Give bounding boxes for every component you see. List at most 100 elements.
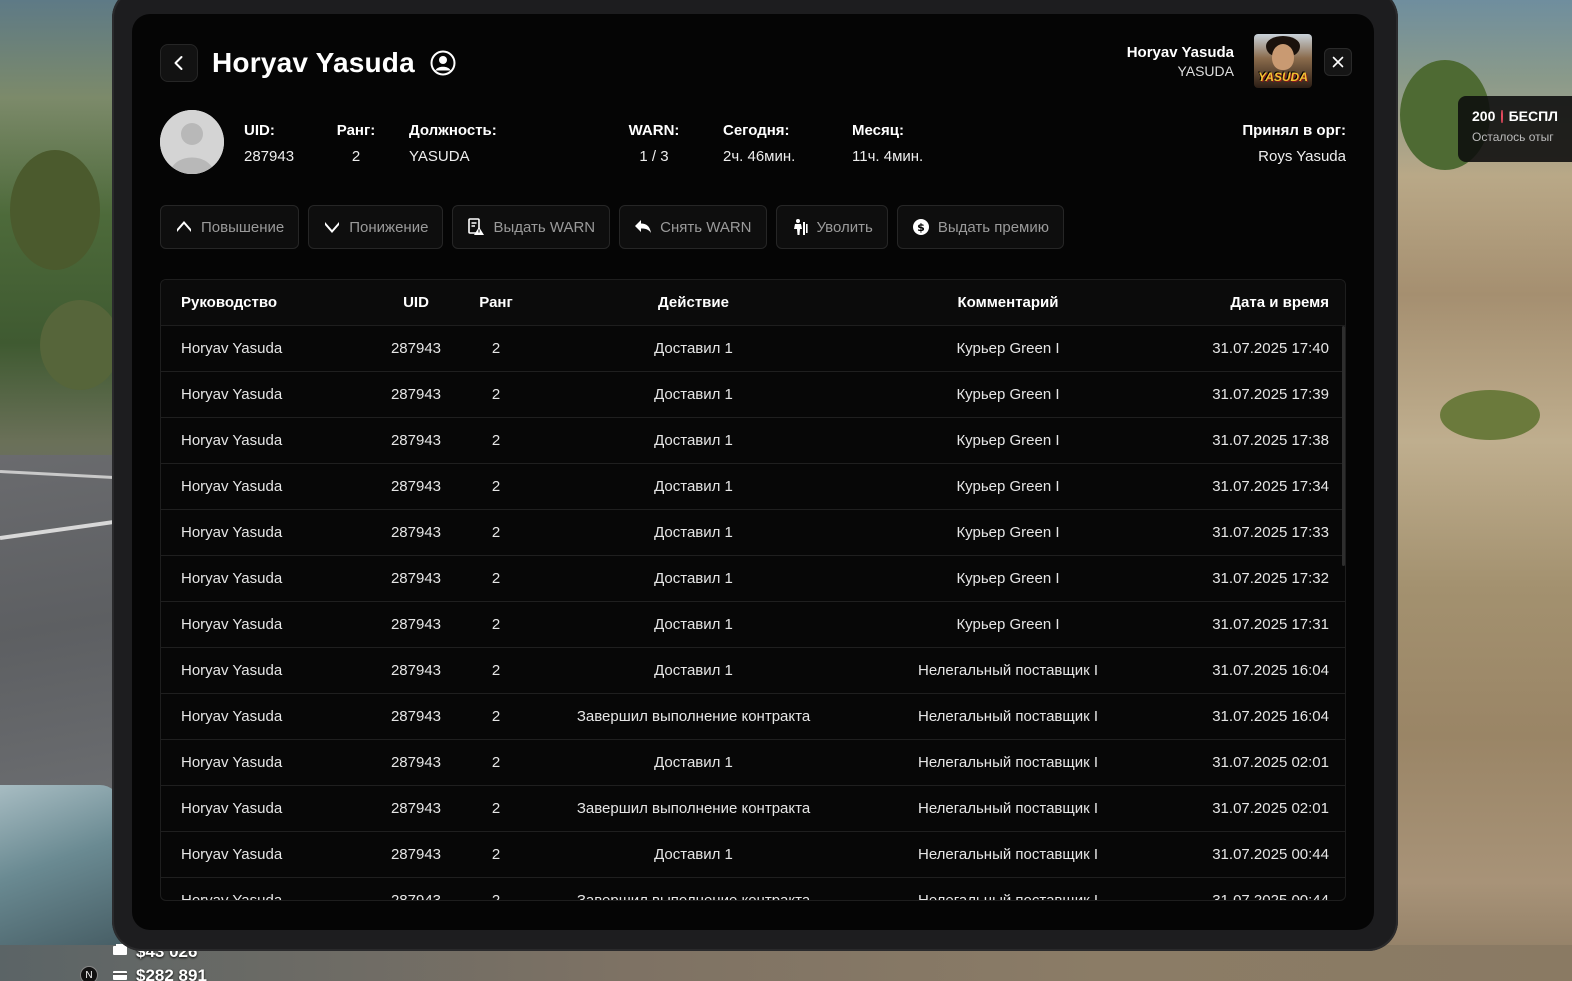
user-profile-icon[interactable] bbox=[429, 49, 457, 77]
current-user-name: Horyav Yasuda bbox=[1126, 44, 1234, 61]
cell-uid: 287943 bbox=[390, 754, 442, 771]
warn-value: 1 / 3 bbox=[639, 148, 669, 165]
info-accepted-by: Принял в орг: Roys Yasuda bbox=[1242, 122, 1346, 165]
cell-action: Завершил выполнение контракта bbox=[576, 708, 811, 725]
today-value: 2ч. 46мин. bbox=[723, 148, 796, 165]
promote-label: Повышение bbox=[201, 218, 285, 236]
close-button[interactable] bbox=[1324, 48, 1352, 76]
cell-action: Доставил 1 bbox=[654, 478, 733, 495]
table-row: Horyav Yasuda 287943 2 Завершил выполнен… bbox=[161, 878, 1345, 901]
background-shrub bbox=[1440, 390, 1540, 440]
cell-manager: Horyav Yasuda bbox=[181, 570, 283, 587]
cell-manager: Horyav Yasuda bbox=[181, 340, 283, 357]
chevron-left-icon bbox=[174, 56, 183, 70]
action-toolbar: Повышение Понижение Выдать WARN Снять WA… bbox=[160, 205, 1064, 249]
member-detail-panel: Horyav Yasuda Horyav Yasuda YASUDA YASUD… bbox=[132, 14, 1374, 930]
table-scrollbar[interactable] bbox=[1342, 326, 1345, 566]
column-header-rank[interactable]: Ранг bbox=[471, 294, 521, 311]
give-bonus-label: Выдать премию bbox=[937, 218, 1049, 236]
column-header-datetime[interactable]: Дата и время bbox=[1150, 294, 1345, 311]
cell-manager: Horyav Yasuda bbox=[181, 708, 283, 725]
uid-value: 287943 bbox=[244, 148, 295, 165]
back-button[interactable] bbox=[160, 44, 198, 82]
cell-datetime: 31.07.2025 17:34 bbox=[1212, 478, 1329, 495]
chevron-up-icon bbox=[177, 221, 191, 232]
table-body[interactable]: Horyav Yasuda 287943 2 Доставил 1 Курьер… bbox=[161, 326, 1345, 901]
today-label: Сегодня: bbox=[723, 122, 790, 139]
column-header-comment[interactable]: Комментарий bbox=[866, 294, 1150, 311]
cell-action: Завершил выполнение контракта bbox=[576, 800, 811, 817]
info-warn: WARN: 1 / 3 bbox=[624, 122, 684, 165]
cell-uid: 287943 bbox=[390, 892, 442, 901]
info-uid: UID: 287943 bbox=[244, 122, 294, 165]
table-row: Horyav Yasuda 287943 2 Доставил 1 Курьер… bbox=[161, 464, 1345, 510]
column-header-action[interactable]: Действие bbox=[521, 294, 866, 311]
accepted-label: Принял в орг: bbox=[1242, 122, 1346, 139]
cell-manager: Horyav Yasuda bbox=[181, 386, 283, 403]
cell-uid: 287943 bbox=[390, 616, 442, 633]
promote-button[interactable]: Повышение bbox=[160, 205, 300, 249]
cell-action: Доставил 1 bbox=[654, 846, 733, 863]
column-header-uid[interactable]: UID bbox=[361, 294, 471, 311]
cell-rank: 2 bbox=[491, 386, 501, 403]
info-today: Сегодня: 2ч. 46мин. bbox=[723, 122, 795, 165]
cell-action: Завершил выполнение контракта bbox=[576, 892, 811, 901]
cell-manager: Horyav Yasuda bbox=[181, 754, 283, 771]
table-row: Horyav Yasuda 287943 2 Доставил 1 Курьер… bbox=[161, 556, 1345, 602]
bank-value: $282 891 bbox=[136, 966, 207, 981]
cell-rank: 2 bbox=[491, 846, 501, 863]
cell-manager: Horyav Yasuda bbox=[181, 892, 283, 901]
position-label: Должность: bbox=[409, 122, 497, 139]
cell-manager: Horyav Yasuda bbox=[181, 846, 283, 863]
cell-comment: Нелегальный поставщик I bbox=[917, 892, 1099, 901]
cell-uid: 287943 bbox=[390, 478, 442, 495]
fire-button[interactable]: Уволить bbox=[775, 205, 888, 249]
current-user-info: Horyav Yasuda YASUDA bbox=[1127, 44, 1234, 79]
cell-rank: 2 bbox=[491, 478, 501, 495]
cell-rank: 2 bbox=[491, 524, 501, 541]
cell-comment: Курьер Green I bbox=[956, 524, 1060, 541]
chevron-down-icon bbox=[325, 222, 340, 233]
info-rank: Ранг: 2 bbox=[336, 122, 376, 165]
demote-button[interactable]: Понижение bbox=[308, 205, 444, 249]
give-warn-label: Выдать WARN bbox=[493, 218, 596, 236]
cell-datetime: 31.07.2025 17:40 bbox=[1212, 340, 1329, 357]
cell-action: Доставил 1 bbox=[654, 662, 733, 679]
current-user-org: YASUDA bbox=[1177, 63, 1234, 79]
cell-manager: Horyav Yasuda bbox=[181, 616, 283, 633]
info-position: Должность: YASUDA bbox=[409, 122, 497, 165]
page-title: Horyav Yasuda bbox=[212, 47, 415, 78]
remove-warn-button[interactable]: Снять WARN bbox=[619, 205, 767, 249]
cell-manager: Horyav Yasuda bbox=[181, 524, 283, 541]
cell-rank: 2 bbox=[491, 892, 501, 901]
month-label: Месяц: bbox=[852, 122, 904, 139]
cell-comment: Курьер Green I bbox=[956, 386, 1060, 403]
exit-person-icon bbox=[793, 219, 808, 235]
panel-header: Horyav Yasuda bbox=[160, 44, 457, 82]
cell-action: Доставил 1 bbox=[654, 340, 733, 357]
give-warn-button[interactable]: Выдать WARN bbox=[452, 205, 611, 249]
accepted-value: Roys Yasuda bbox=[1258, 148, 1346, 165]
info-month: Месяц: 11ч. 4мин. bbox=[852, 122, 923, 165]
remove-warn-label: Снять WARN bbox=[660, 218, 752, 236]
give-bonus-button[interactable]: $ Выдать премию bbox=[896, 205, 1064, 249]
table-row: Horyav Yasuda 287943 2 Доставил 1 Курьер… bbox=[161, 372, 1345, 418]
warn-label: WARN: bbox=[628, 122, 680, 139]
cell-uid: 287943 bbox=[390, 570, 442, 587]
table-row: Horyav Yasuda 287943 2 Доставил 1 Нелега… bbox=[161, 648, 1345, 694]
column-header-manager[interactable]: Руководство bbox=[161, 294, 361, 311]
cell-rank: 2 bbox=[491, 340, 501, 357]
cell-uid: 287943 bbox=[390, 340, 442, 357]
cell-datetime: 31.07.2025 17:31 bbox=[1212, 616, 1329, 633]
table-row: Horyav Yasuda 287943 2 Доставил 1 Курьер… bbox=[161, 326, 1345, 372]
bank-card-icon bbox=[112, 966, 128, 981]
cell-action: Доставил 1 bbox=[654, 386, 733, 403]
cell-comment: Курьер Green I bbox=[956, 478, 1060, 495]
month-value: 11ч. 4мин. bbox=[852, 148, 924, 165]
bonus-notification[interactable]: 200 БЕСПЛ Осталось отыг bbox=[1458, 96, 1572, 162]
background-tree bbox=[10, 150, 100, 270]
cell-comment: Нелегальный поставщик I bbox=[917, 800, 1099, 817]
cell-comment: Нелегальный поставщик I bbox=[917, 662, 1099, 679]
cell-datetime: 31.07.2025 17:32 bbox=[1212, 570, 1329, 587]
cell-comment: Курьер Green I bbox=[956, 340, 1060, 357]
